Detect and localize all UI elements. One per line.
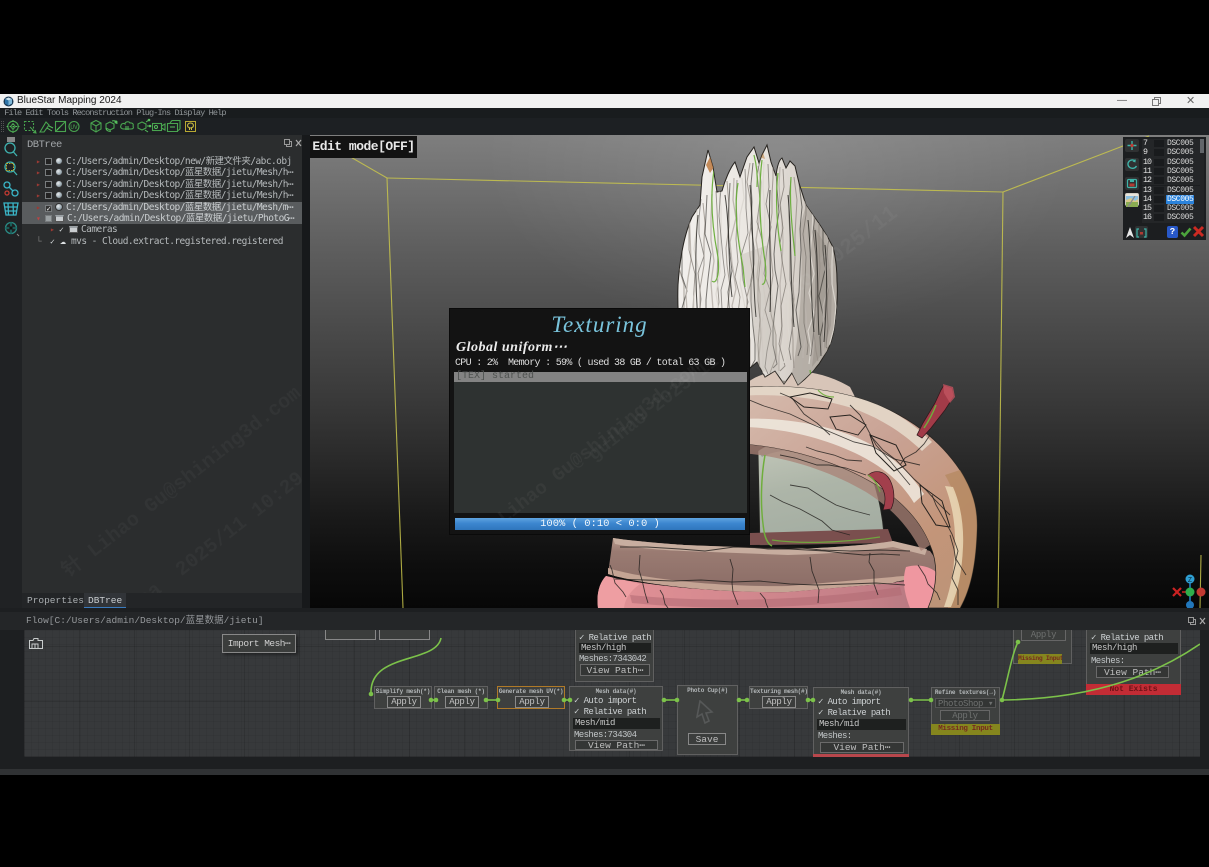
- svg-text:Z: Z: [1188, 577, 1192, 585]
- svg-text:UV: UV: [70, 124, 78, 131]
